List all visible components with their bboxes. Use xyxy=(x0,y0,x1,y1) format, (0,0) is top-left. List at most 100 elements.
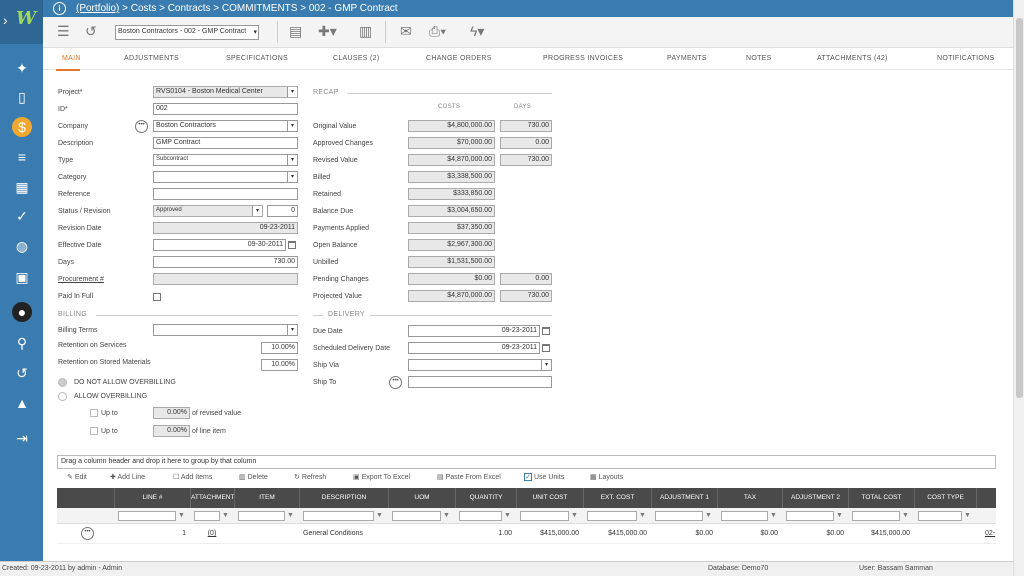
grid-paste-excel-button[interactable]: ▤ Paste From Excel xyxy=(437,473,501,481)
filter-icon[interactable]: ▼ xyxy=(964,512,971,519)
up-to-line-checkbox[interactable] xyxy=(90,427,98,435)
search-icon[interactable]: ⚲ xyxy=(12,333,32,353)
row-actions-dots-icon[interactable]: ••• xyxy=(81,527,94,540)
table-row[interactable]: ••• 1 (0) General Conditions 1.00 $415,000.00… xyxy=(57,524,996,544)
filter-icon[interactable]: ▼ xyxy=(902,512,909,519)
grid-column-header[interactable]: EXT. COST xyxy=(584,488,652,508)
schedule-bars-icon[interactable]: ≡ xyxy=(12,147,32,167)
grid-edit-button[interactable]: ✎ Edit xyxy=(67,473,87,481)
grid-column-header[interactable]: DESCRIPTION xyxy=(300,488,389,508)
days-field[interactable]: 730.00 xyxy=(153,256,298,268)
filter-icon[interactable]: ▼ xyxy=(376,512,383,519)
tab-main[interactable]: MAIN xyxy=(62,55,81,62)
status-select[interactable]: Approved ▾ xyxy=(153,205,263,217)
scrollbar-thumb[interactable] xyxy=(1016,18,1023,398)
grid-column-header[interactable]: COST TYPE xyxy=(915,488,977,508)
grid-column-header[interactable]: TOTAL COST xyxy=(849,488,915,508)
grid-export-excel-button[interactable]: ▣ Export To Excel xyxy=(353,473,410,481)
allow-overbilling-radio[interactable] xyxy=(58,392,67,401)
category-select[interactable]: ▾ xyxy=(153,171,298,183)
effective-date-field[interactable]: 09-30-2011 xyxy=(153,239,286,251)
tab-specifications[interactable]: SPECIFICATIONS xyxy=(226,55,288,62)
table-cell-attachments[interactable]: (0) xyxy=(194,524,230,544)
calendar-icon[interactable] xyxy=(542,344,550,352)
globe-icon[interactable]: ◍ xyxy=(12,236,32,256)
filter-icon[interactable]: ▼ xyxy=(443,512,450,519)
grid-filter-input[interactable] xyxy=(852,511,900,521)
grid-filter-input[interactable] xyxy=(655,511,703,521)
grid-refresh-button[interactable]: ↻ Refresh xyxy=(294,473,326,481)
reference-field[interactable] xyxy=(153,188,298,200)
print-icon[interactable]: ⎙▾ xyxy=(429,23,446,40)
tab-attachments[interactable]: ATTACHMENTS (42) xyxy=(817,55,888,62)
list-view-icon[interactable]: ☰ xyxy=(57,23,70,40)
revision-field[interactable]: 0 xyxy=(267,205,298,217)
grid-filter-input[interactable] xyxy=(786,511,834,521)
actions-lightning-icon[interactable]: ϟ▾ xyxy=(470,23,484,40)
page-scrollbar[interactable] xyxy=(1013,0,1024,576)
undo-history-icon[interactable]: ↺ xyxy=(85,23,97,40)
costs-dollar-icon[interactable]: $ xyxy=(12,117,32,137)
filter-icon[interactable]: ▼ xyxy=(705,512,712,519)
calendar-icon[interactable] xyxy=(542,327,550,335)
grid-column-header[interactable]: ATTACHMENTS xyxy=(191,488,235,508)
briefcase-icon[interactable]: ▣ xyxy=(12,267,32,287)
grid-delete-button[interactable]: ▥ Delete xyxy=(239,473,268,481)
building-icon[interactable]: ▦ xyxy=(12,177,32,197)
checkmark-icon[interactable]: ✓ xyxy=(12,206,32,226)
grid-add-line-button[interactable]: ✚ Add Line xyxy=(110,473,145,481)
user-avatar-icon[interactable]: ● xyxy=(12,302,32,322)
company-select[interactable]: Boston Contractors ▾ xyxy=(153,120,298,132)
ship-to-field[interactable] xyxy=(408,376,552,388)
grid-column-header[interactable]: ADJUSTMENT 1 xyxy=(652,488,718,508)
grid-filter-input[interactable] xyxy=(303,511,374,521)
tab-notifications[interactable]: NOTIFICATIONS xyxy=(937,55,994,62)
add-icon[interactable]: ✚▾ xyxy=(318,23,337,40)
logout-icon[interactable]: ⇥ xyxy=(12,428,32,448)
no-overbilling-radio[interactable] xyxy=(58,378,67,387)
lightbulb-icon[interactable]: ✦ xyxy=(12,58,32,78)
grid-column-header[interactable]: UNIT COST xyxy=(517,488,584,508)
tab-payments[interactable]: PAYMENTS xyxy=(667,55,707,62)
up-to-revised-checkbox[interactable] xyxy=(90,409,98,417)
retention-materials-field[interactable]: 10.00% xyxy=(261,359,298,371)
info-icon[interactable]: i xyxy=(53,2,66,15)
grid-filter-input[interactable] xyxy=(459,511,502,521)
project-select[interactable]: RVS0104 - Boston Medical Center ▾ xyxy=(153,86,298,98)
filter-icon[interactable]: ▼ xyxy=(287,512,294,519)
billing-terms-select[interactable]: ▾ xyxy=(153,324,298,336)
grid-filter-input[interactable] xyxy=(918,511,962,521)
description-field[interactable]: GMP Contract xyxy=(153,137,298,149)
grid-use-units-toggle[interactable]: ✓ Use Units xyxy=(524,473,564,481)
email-icon[interactable]: ✉ xyxy=(400,23,412,40)
tab-progress-invoices[interactable]: PROGRESS INVOICES xyxy=(543,55,623,62)
delete-trash-icon[interactable]: ▥ xyxy=(359,23,372,40)
type-select[interactable]: Subcontract ▾ xyxy=(153,154,298,166)
filter-icon[interactable]: ▼ xyxy=(770,512,777,519)
tab-clauses[interactable]: CLAUSES (2) xyxy=(333,55,379,62)
grid-add-items-button[interactable]: ☐ Add Items xyxy=(173,473,212,481)
ship-via-select[interactable]: ▾ xyxy=(408,359,552,371)
filter-icon[interactable]: ▼ xyxy=(639,512,646,519)
grid-filter-input[interactable] xyxy=(721,511,768,521)
tab-adjustments[interactable]: ADJUSTMENTS xyxy=(124,55,179,62)
grid-column-header[interactable]: TAX xyxy=(718,488,783,508)
tab-notes[interactable]: NOTES xyxy=(746,55,772,62)
grid-filter-input[interactable] xyxy=(520,511,569,521)
record-select[interactable]: Boston Contractors - 002 - GMP Contract ▾ xyxy=(115,25,259,40)
history-icon[interactable]: ↺ xyxy=(12,363,32,383)
grid-column-header[interactable]: ADJUSTMENT 2 xyxy=(783,488,849,508)
filter-icon[interactable]: ▼ xyxy=(836,512,843,519)
grid-filter-input[interactable] xyxy=(587,511,637,521)
grid-filter-input[interactable] xyxy=(194,511,220,521)
app-logo[interactable]: › W xyxy=(0,0,43,44)
grid-filter-input[interactable] xyxy=(392,511,441,521)
scheduled-delivery-field[interactable]: 09-23-2011 xyxy=(408,342,540,354)
retention-services-field[interactable]: 10.00% xyxy=(261,342,298,354)
grid-filter-input[interactable] xyxy=(118,511,176,521)
ship-to-lookup-dots-icon[interactable]: ••• xyxy=(389,376,402,389)
filter-icon[interactable]: ▼ xyxy=(222,512,229,519)
save-icon[interactable]: ▤ xyxy=(289,23,302,40)
breadcrumb-portfolio-link[interactable]: (Portfolio) xyxy=(76,3,119,14)
company-lookup-dots-icon[interactable]: ••• xyxy=(135,120,148,133)
